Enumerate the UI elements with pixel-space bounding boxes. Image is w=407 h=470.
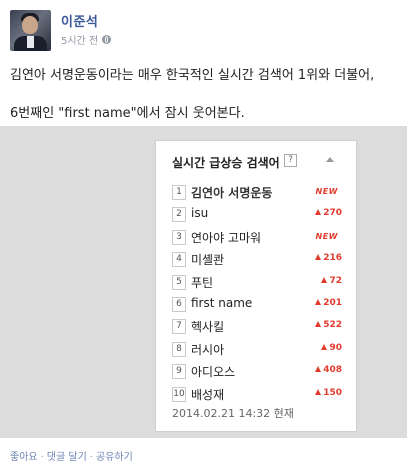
rank-number: 7 [172, 319, 186, 335]
ranking-row[interactable]: 4 미셸콴 216 [172, 251, 342, 268]
help-icon: ? [284, 154, 297, 167]
rank-number: 6 [172, 297, 186, 312]
post-actions: 좋아요 · 댓글 달기 · 공유하기 [10, 448, 133, 463]
action-separator: · [89, 452, 93, 463]
ranking-row[interactable]: 3 연아야 고마워 NEW [172, 229, 342, 246]
post-meta: 5시간 전 [61, 32, 112, 47]
ranking-row[interactable]: 9 아디오스 408 [172, 363, 342, 380]
search-term-link[interactable]: first name [191, 296, 252, 310]
rank-number: 8 [172, 341, 186, 357]
panel-title: 실시간 급상승 검색어 [172, 156, 280, 170]
rank-change: 72 [321, 276, 342, 286]
caret-up-icon [326, 157, 334, 162]
rank-change-value: 270 [323, 208, 342, 219]
rank-change-value: 90 [329, 342, 342, 353]
rank-change-value: 216 [323, 253, 342, 264]
arrow-up-icon [315, 209, 322, 216]
new-badge: NEW [315, 231, 338, 241]
search-term-link[interactable]: 푸틴 [191, 274, 213, 291]
rank-change: 408 [315, 365, 342, 375]
arrow-up-icon [321, 276, 328, 283]
ranking-row[interactable]: 7 헥사킬 522 [172, 318, 342, 335]
rank-number: 5 [172, 274, 186, 290]
search-term-link[interactable]: 배성재 [191, 386, 224, 403]
rank-change: 150 [315, 388, 342, 398]
rank-number: 1 [172, 185, 186, 200]
rank-number: 10 [172, 386, 186, 402]
rank-change: 90 [321, 343, 342, 353]
rank-change-value: 408 [323, 365, 342, 376]
share-link[interactable]: 공유하기 [96, 452, 133, 463]
post-time[interactable]: 5시간 전 [61, 32, 98, 47]
rank-change: 270 [315, 208, 342, 218]
search-term-link[interactable]: isu [191, 206, 208, 220]
globe-icon [102, 35, 112, 44]
search-term-link[interactable]: 미셸콴 [191, 251, 224, 268]
post-text-line-2: 6번째인 "first name"에서 잠시 웃어본다. [10, 106, 245, 121]
post-text-line-1: 김연아 서명운동이라는 매우 한국적인 실시간 검색어 1위와 더불어, [10, 68, 375, 83]
arrow-up-icon [315, 388, 322, 395]
rank-change-value: 150 [323, 387, 342, 398]
ranking-row[interactable]: 5 푸틴 72 [172, 274, 342, 291]
ranking-row[interactable]: 10 배성재 150 [172, 386, 342, 403]
rank-change: 522 [315, 320, 342, 330]
like-link[interactable]: 좋아요 [10, 452, 38, 463]
arrow-up-icon [315, 254, 322, 261]
rank-change-value: 72 [329, 275, 342, 286]
rank-number: 2 [172, 207, 186, 223]
facebook-post: 이준석 5시간 전 김연아 서명운동이라는 매우 한국적인 실시간 검색어 1위… [0, 0, 407, 470]
search-term-link[interactable]: 아디오스 [191, 363, 235, 380]
arrow-up-icon [315, 299, 322, 305]
ranking-row[interactable]: 8 러시아 90 [172, 341, 342, 358]
arrow-up-icon [315, 366, 322, 373]
ranking-row[interactable]: 1 김연아 서명운동 NEW [172, 184, 342, 201]
search-term-link[interactable]: 김연아 서명운동 [191, 184, 272, 201]
rank-change-value: 522 [323, 320, 342, 331]
search-term-link[interactable]: 러시아 [191, 341, 224, 358]
rank-change-value: 201 [323, 298, 342, 308]
ranking-row[interactable]: 6 first name 201 [172, 296, 342, 313]
action-separator: · [40, 452, 44, 463]
ranking-row[interactable]: 2 isu 270 [172, 206, 342, 223]
rank-number: 4 [172, 252, 186, 268]
arrow-up-icon [321, 343, 328, 350]
avatar[interactable] [10, 10, 51, 51]
panel-timestamp: 2014.02.21 14:32 현재 [172, 407, 294, 420]
search-term-link[interactable]: 헥사킬 [191, 318, 224, 335]
comment-link[interactable]: 댓글 달기 [47, 452, 87, 463]
rank-number: 9 [172, 364, 186, 380]
rank-number: 3 [172, 229, 186, 245]
arrow-up-icon [315, 321, 322, 328]
search-term-link[interactable]: 연아야 고마워 [191, 229, 261, 246]
author-name[interactable]: 이준석 [61, 11, 98, 30]
new-badge: NEW [315, 187, 338, 196]
rank-change: 216 [315, 253, 342, 263]
rank-change: 201 [315, 298, 342, 308]
